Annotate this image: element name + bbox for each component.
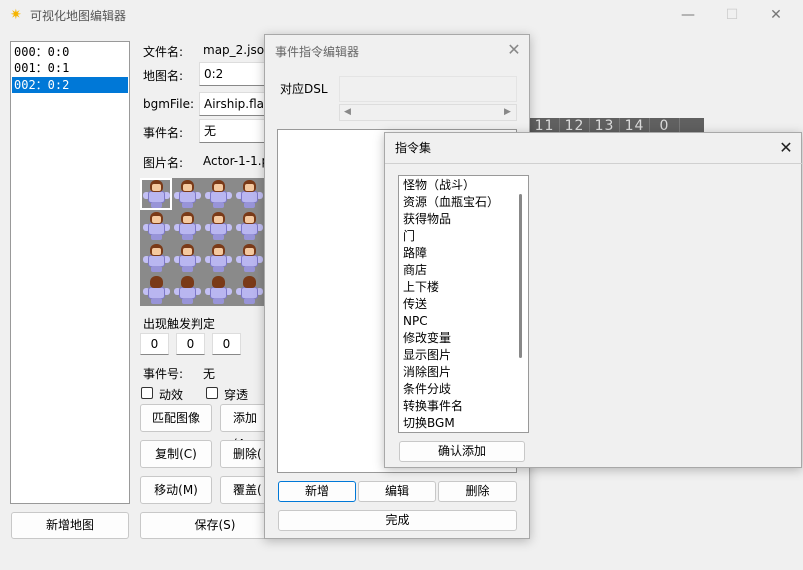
command-set-item[interactable]: 转换事件名 bbox=[403, 398, 463, 415]
image-name-label: 图片名: bbox=[143, 156, 184, 170]
add-button[interactable]: 添加(A bbox=[220, 404, 270, 451]
sprite-frame bbox=[173, 243, 201, 273]
trigger-label: 出现触发判定 bbox=[143, 317, 216, 331]
window-title: 可视化地图编辑器 bbox=[30, 9, 127, 23]
sprite-frame bbox=[204, 243, 232, 273]
animate-label: 动效 bbox=[159, 388, 184, 402]
mapname-label: 地图名: bbox=[143, 69, 184, 83]
event-no-value: 无 bbox=[203, 367, 216, 381]
close-icon[interactable]: ✕ bbox=[775, 138, 797, 158]
done-button[interactable]: 完成 bbox=[278, 510, 517, 531]
sprite-frame bbox=[173, 275, 201, 305]
map-list[interactable]: 000：0:0 001：0:1 002：0:2 bbox=[10, 41, 130, 504]
sprite-selection-frame bbox=[140, 178, 172, 210]
command-set-list[interactable]: 怪物（战斗） 资源（血瓶宝石） 获得物品门路障 商店 上下楼 传送 NPC 修改变量 显示图片消… bbox=[398, 175, 529, 433]
sprite-sheet-image[interactable] bbox=[140, 178, 266, 306]
command-set-item[interactable]: 切换BGM bbox=[403, 415, 455, 432]
sprite-frame bbox=[142, 275, 170, 305]
sprite-frame bbox=[142, 211, 170, 241]
command-set-item[interactable]: 路障 bbox=[403, 245, 427, 262]
sprite-frame bbox=[204, 275, 232, 305]
command-set-item[interactable]: NPC bbox=[403, 313, 428, 330]
command-set-title: 指令集 bbox=[395, 141, 432, 155]
map-list-item[interactable]: 001：0:1 bbox=[12, 60, 128, 76]
title-bar: ✷ 可视化地图编辑器 — ☐ ✕ bbox=[0, 0, 803, 30]
command-set-item[interactable]: 传送 bbox=[403, 296, 427, 313]
sprite-frame bbox=[235, 179, 263, 209]
minimize-icon[interactable]: — bbox=[673, 4, 703, 26]
trigger-x-input[interactable]: 0 bbox=[140, 333, 169, 355]
sprite-frame bbox=[173, 179, 201, 209]
sprite-frame bbox=[142, 243, 170, 273]
move-button[interactable]: 移动(M) bbox=[140, 476, 212, 504]
map-list-item[interactable]: 000：0:0 bbox=[12, 44, 128, 60]
trigger-y-input[interactable]: 0 bbox=[176, 333, 205, 355]
command-set-item[interactable]: 怪物（战斗） bbox=[403, 177, 475, 194]
command-set-item[interactable]: 商店 bbox=[403, 262, 427, 279]
event-editor-title: 事件指令编辑器 bbox=[275, 45, 360, 59]
sprite-frame bbox=[235, 243, 263, 273]
passthrough-label: 穿透 bbox=[224, 388, 249, 402]
copy-button[interactable]: 复制(C) bbox=[140, 440, 212, 468]
command-set-item[interactable]: 资源（血瓶宝石） bbox=[403, 194, 499, 211]
command-set-item[interactable]: 获得物品 bbox=[403, 211, 451, 228]
command-set-item[interactable]: 门 bbox=[403, 228, 415, 245]
command-set-dialog: 指令集 ✕ 怪物（战斗） 资源（血瓶宝石） 获得物品门路障 商店 上下楼 传送 NPC 修改变… bbox=[384, 132, 803, 468]
new-command-button[interactable]: 新增 bbox=[278, 481, 356, 502]
close-icon[interactable]: ✕ bbox=[503, 40, 525, 60]
animate-checkbox[interactable] bbox=[141, 387, 153, 399]
dsl-display bbox=[339, 76, 517, 102]
sprite-frame bbox=[204, 179, 232, 209]
sprite-frame bbox=[204, 211, 232, 241]
sprite-frame bbox=[235, 211, 263, 241]
edit-command-button[interactable]: 编辑 bbox=[358, 481, 436, 502]
delete-button[interactable]: 删除( bbox=[220, 440, 270, 468]
command-set-item[interactable]: 上下楼 bbox=[403, 279, 439, 296]
match-image-button[interactable]: 匹配图像 bbox=[140, 404, 212, 432]
command-set-item[interactable]: 条件分歧 bbox=[403, 381, 451, 398]
command-set-item[interactable]: 显示图片 bbox=[403, 347, 451, 364]
new-map-button[interactable]: 新增地图 bbox=[11, 512, 129, 539]
list-scrollbar-thumb[interactable] bbox=[519, 194, 522, 358]
bgm-label: bgmFile: bbox=[143, 97, 195, 111]
event-name-label: 事件名: bbox=[143, 126, 184, 140]
trigger-z-input[interactable]: 0 bbox=[212, 333, 241, 355]
command-set-item[interactable]: 修改变量 bbox=[403, 330, 451, 347]
filename-label: 文件名: bbox=[143, 45, 184, 59]
scroll-right-icon[interactable]: ▶ bbox=[504, 107, 511, 117]
sprite-frame bbox=[235, 275, 263, 305]
divider bbox=[385, 163, 803, 164]
close-icon[interactable]: ✕ bbox=[761, 4, 791, 26]
command-set-item[interactable]: 消除图片 bbox=[403, 364, 451, 381]
map-list-item-selected[interactable]: 002：0:2 bbox=[12, 77, 128, 93]
sun-icon: ✷ bbox=[10, 7, 22, 23]
filename-value: map_2.json bbox=[203, 43, 272, 57]
sprite-frame bbox=[173, 211, 201, 241]
delete-command-button[interactable]: 删除 bbox=[438, 481, 517, 502]
passthrough-checkbox[interactable] bbox=[206, 387, 218, 399]
event-no-label: 事件号: bbox=[143, 367, 184, 381]
dsl-scrollbar[interactable]: ◀ ▶ bbox=[339, 104, 517, 121]
confirm-add-button[interactable]: 确认添加 bbox=[399, 441, 525, 462]
maximize-icon[interactable]: ☐ bbox=[717, 4, 747, 26]
overwrite-button[interactable]: 覆盖( bbox=[220, 476, 270, 504]
scroll-left-icon[interactable]: ◀ bbox=[344, 107, 351, 117]
dsl-label: 对应DSL bbox=[280, 82, 328, 96]
